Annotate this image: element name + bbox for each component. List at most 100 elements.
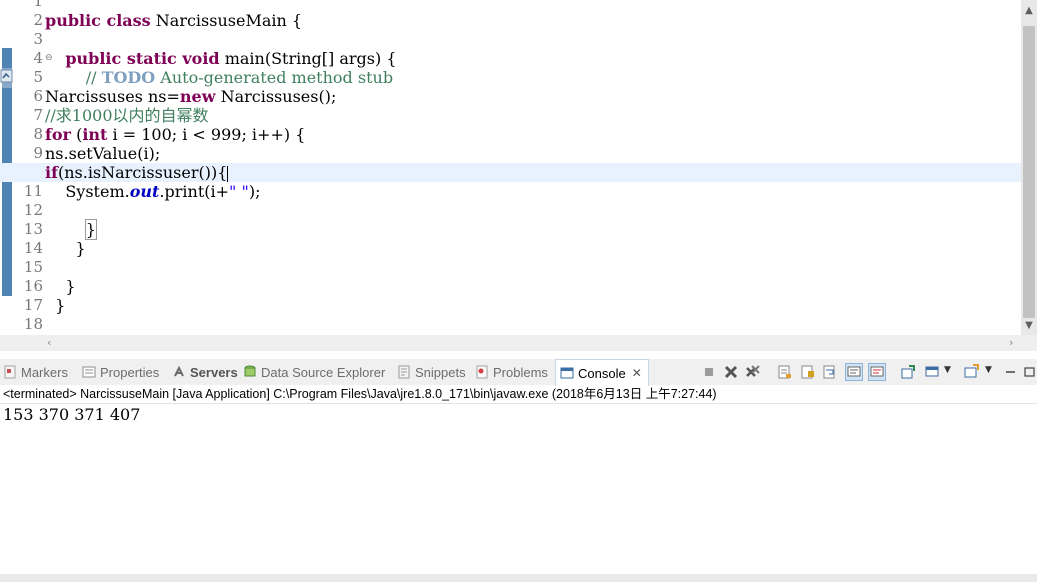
line-number: 6	[33, 87, 43, 105]
code-line-11: System.out.print(i+" ");	[45, 182, 1021, 201]
code-line-14: }	[45, 239, 86, 258]
line-number: 12	[23, 201, 43, 219]
show-on-stdout-icon[interactable]	[845, 363, 863, 381]
line-number: 16	[23, 277, 43, 295]
code-line-16: }	[45, 277, 76, 296]
matching-brace: }	[84, 219, 97, 240]
scrollbar-thumb[interactable]	[1023, 26, 1035, 318]
bottom-panel: Markers Properties Servers Data Source E…	[0, 351, 1037, 582]
code-line-7: //求1000以内的自幂数	[45, 106, 209, 125]
static-field: out	[129, 182, 160, 201]
word-wrap-icon[interactable]	[822, 364, 838, 380]
tab-label: Problems	[493, 364, 548, 380]
string-literal: " "	[229, 182, 249, 201]
open-console-icon[interactable]	[963, 364, 979, 380]
servers-icon	[174, 365, 184, 377]
code-text: Narcissuses();	[215, 87, 337, 106]
keyword: public static void	[65, 49, 220, 68]
text-caret	[227, 165, 229, 182]
keyword: if	[45, 163, 58, 182]
show-on-stderr-icon[interactable]	[868, 363, 886, 381]
tab-console[interactable]: Console ✕	[555, 359, 649, 386]
code-line-10-current: if(ns.isNarcissuser()){	[0, 163, 1021, 182]
keyword: int	[82, 125, 108, 144]
pin-console-icon[interactable]	[900, 364, 916, 380]
line-number: 17	[23, 296, 43, 314]
code-editor[interactable]: 123456789101112131415161718⊖ public clas…	[0, 0, 1037, 335]
chevron-down-icon[interactable]: ▼	[985, 365, 992, 375]
code-line-17: }	[45, 296, 66, 315]
line-number: 9	[33, 144, 43, 162]
code-text: (ns.isNarcissuser()){	[57, 163, 228, 182]
warning-marker-icon[interactable]	[0, 69, 13, 83]
keyword: for	[45, 125, 71, 144]
problems-icon	[476, 365, 488, 379]
todo-tag: TODO	[101, 68, 156, 87]
tab-servers[interactable]: Servers	[172, 359, 238, 385]
scroll-lock-icon[interactable]	[800, 364, 816, 380]
tab-markers[interactable]: Markers	[3, 359, 68, 385]
snippets-icon	[398, 365, 410, 379]
line-number: 5	[33, 68, 43, 86]
scroll-right-icon[interactable]: ›	[1009, 336, 1013, 349]
chevron-down-icon[interactable]: ▼	[944, 365, 951, 375]
comment: Auto-generated method stub	[155, 68, 394, 87]
code-text: .print(i+	[159, 182, 230, 201]
datasource-icon	[244, 365, 256, 377]
tab-data-source-explorer[interactable]: Data Source Explorer	[243, 359, 385, 385]
tab-label: Properties	[100, 364, 160, 380]
scroll-up-icon[interactable]: ▲	[1021, 5, 1037, 17]
code-line-5: // TODO Auto-generated method stub	[45, 68, 1021, 87]
properties-icon	[82, 366, 96, 378]
tab-label: Markers	[21, 364, 68, 380]
line-number: 14	[23, 239, 43, 257]
line-number: 2	[33, 11, 43, 29]
line-number: 7	[33, 106, 43, 124]
tab-properties[interactable]: Properties	[82, 359, 159, 385]
line-number: 13	[23, 220, 43, 238]
line-number: 4	[33, 49, 43, 67]
scrollbar-corner	[1021, 335, 1037, 351]
code-text: i = 100; i < 999; i++) {	[107, 125, 306, 144]
code-text: (	[70, 125, 83, 144]
code-line-6: Narcissuses ns=new Narcissuses();	[45, 87, 1021, 106]
tab-label: Data Source Explorer	[261, 364, 386, 380]
scroll-left-icon[interactable]: ‹	[47, 336, 51, 349]
keyword: new	[179, 87, 216, 106]
tab-snippets[interactable]: Snippets	[397, 359, 466, 385]
editor-horizontal-scrollbar[interactable]: ‹ ›	[0, 335, 1021, 351]
markers-icon	[4, 365, 16, 379]
code-line-9: ns.setValue(i);	[45, 144, 161, 163]
close-icon[interactable]: ✕	[632, 366, 642, 380]
terminate-icon[interactable]	[701, 364, 717, 380]
line-number: 1	[33, 0, 43, 10]
code-text: );	[248, 182, 261, 201]
tab-label: Snippets	[415, 364, 466, 380]
line-number: 18	[23, 315, 43, 333]
tab-label: Servers	[190, 364, 238, 380]
view-tab-bar: Markers Properties Servers Data Source E…	[0, 359, 1037, 386]
tab-problems[interactable]: Problems	[475, 359, 548, 385]
code-line-13: }	[45, 219, 1021, 240]
tab-label: Console	[578, 365, 626, 381]
console-horizontal-scrollbar[interactable]	[0, 574, 1037, 582]
console-icon	[560, 367, 574, 379]
remove-launch-icon[interactable]	[723, 364, 739, 380]
code-text: main(String[] args) {	[219, 49, 397, 68]
clear-console-icon[interactable]	[777, 364, 793, 380]
line-number: 11	[23, 182, 43, 200]
code-text: NarcissuseMain {	[150, 11, 303, 30]
scroll-down-icon[interactable]: ▼	[1021, 320, 1037, 332]
code-text: System.	[45, 182, 130, 201]
code-text: Narcissuses ns=	[45, 87, 180, 106]
remove-all-icon[interactable]	[745, 364, 761, 380]
minimize-icon[interactable]	[1003, 364, 1019, 380]
editor-vertical-scrollbar[interactable]: ▲ ▼	[1021, 0, 1037, 335]
line-number: 8	[33, 125, 43, 143]
console-output[interactable]: 153 370 371 407	[3, 405, 140, 424]
maximize-icon[interactable]	[1022, 364, 1037, 380]
display-console-icon[interactable]	[924, 364, 940, 380]
